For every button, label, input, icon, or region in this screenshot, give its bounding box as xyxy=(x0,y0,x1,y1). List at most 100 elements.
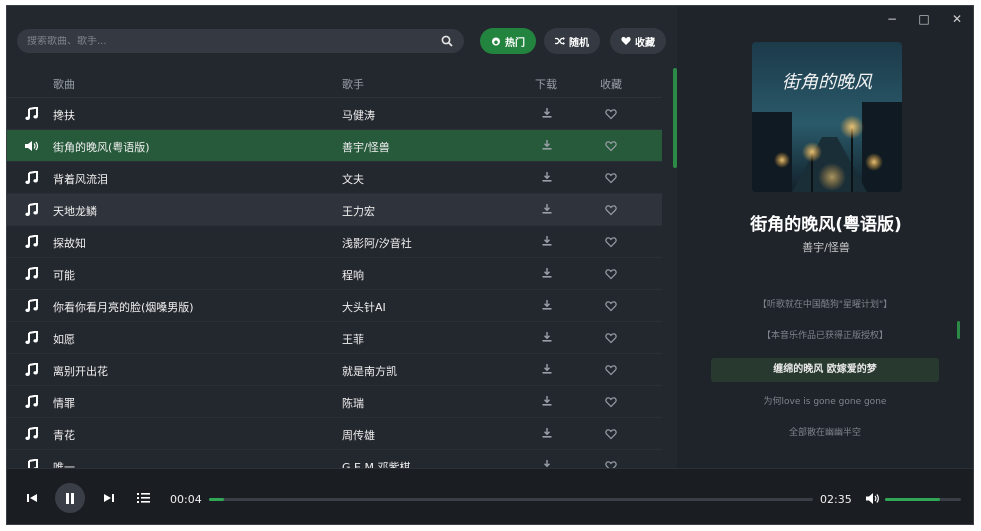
song-row[interactable]: 情罪 陈瑞 xyxy=(7,386,662,418)
album-cover: 街角的晚风 xyxy=(752,42,902,192)
song-artist: G.E.M.邓紫棋 xyxy=(342,461,411,468)
song-title: 青花 xyxy=(53,429,75,442)
song-row[interactable]: 天地龙鳞 王力宏 xyxy=(7,194,662,226)
song-title: 你看你看月亮的脸(烟嗓男版) xyxy=(53,301,194,314)
song-artist: 周传雄 xyxy=(342,429,375,442)
current-lyric-line: 缠绵的晚风 欧嫁爱的梦 xyxy=(711,358,939,382)
heart-outline-icon[interactable] xyxy=(605,332,617,344)
song-row[interactable]: 搀扶 马健涛 xyxy=(7,98,662,130)
music-note-icon xyxy=(28,459,38,468)
now-playing-title: 街角的晚风(粤语版) xyxy=(750,215,902,235)
download-icon[interactable] xyxy=(541,139,553,151)
close-button[interactable]: ✕ xyxy=(947,12,967,26)
lyrics-scrollbar[interactable] xyxy=(957,321,960,339)
music-note-icon xyxy=(25,171,38,184)
lyric-line: 全部散在幽幽半空 xyxy=(788,428,861,438)
download-icon[interactable] xyxy=(541,427,553,439)
download-icon[interactable] xyxy=(541,203,553,215)
song-row[interactable]: 如愿 王菲 xyxy=(7,322,662,354)
song-row[interactable]: 背着风流泪 文夫 xyxy=(7,162,662,194)
music-note-icon xyxy=(25,331,38,344)
song-row[interactable]: 你看你看月亮的脸(烟嗓男版) 大头针AI xyxy=(7,290,662,322)
music-note-icon xyxy=(25,203,38,216)
heart-outline-icon[interactable] xyxy=(605,460,617,468)
song-title: 背着风流泪 xyxy=(53,173,108,186)
progress-slider[interactable] xyxy=(209,498,813,501)
music-note-icon xyxy=(25,235,38,248)
heart-outline-icon[interactable] xyxy=(605,236,617,248)
heart-outline-icon[interactable] xyxy=(605,108,617,120)
heart-outline-icon[interactable] xyxy=(605,268,617,280)
shuffle-filter-label: 随机 xyxy=(569,37,589,49)
download-icon[interactable] xyxy=(541,331,553,343)
hot-filter-button[interactable]: 热门 xyxy=(480,28,536,54)
favorites-filter-button[interactable]: 收藏 xyxy=(610,28,666,54)
download-icon[interactable] xyxy=(541,299,553,311)
song-row[interactable]: 唯一 G.E.M.邓紫棋 xyxy=(7,450,662,468)
elapsed-time: 00:04 xyxy=(170,493,202,506)
song-row[interactable]: 街角的晚风(粤语版) 善宇/怪兽 xyxy=(7,130,662,162)
lyric-line: 为何love is gone gone gone xyxy=(763,397,887,407)
heart-outline-icon[interactable] xyxy=(605,396,617,408)
heart-outline-icon[interactable] xyxy=(605,204,617,216)
heart-outline-icon[interactable] xyxy=(605,172,617,184)
column-download: 下载 xyxy=(535,78,557,91)
song-title: 离别开出花 xyxy=(53,365,108,378)
volume-fill xyxy=(885,498,940,501)
maximize-button[interactable]: □ xyxy=(914,12,934,26)
download-icon[interactable] xyxy=(541,459,553,468)
song-artist: 王力宏 xyxy=(342,205,375,218)
download-icon[interactable] xyxy=(541,171,553,183)
music-note-icon xyxy=(25,363,38,376)
download-icon[interactable] xyxy=(541,363,553,375)
song-title: 唯一 xyxy=(53,461,75,468)
song-artist: 就是南方凯 xyxy=(342,365,397,378)
volume-icon[interactable] xyxy=(864,491,880,505)
column-song: 歌曲 xyxy=(53,78,75,91)
song-row[interactable]: 探故知 浅影阿/汐音社 xyxy=(7,226,662,258)
song-artist: 善宇/怪兽 xyxy=(342,141,390,154)
previous-icon[interactable] xyxy=(25,491,39,505)
search-bar[interactable] xyxy=(17,29,464,53)
playlist-icon[interactable] xyxy=(135,490,151,506)
music-note-icon xyxy=(25,395,38,408)
music-note-icon xyxy=(25,427,38,440)
song-artist: 程响 xyxy=(342,269,364,282)
song-artist: 马健涛 xyxy=(342,109,375,122)
song-list-panel: 热门 随机 收藏 歌曲 歌手 下载 收藏 搀扶 马健涛街角的晚风(粤语版) 善宇/怪… xyxy=(7,6,677,468)
music-note-icon xyxy=(25,299,38,312)
hot-filter-label: 热门 xyxy=(505,37,525,49)
column-favorite: 收藏 xyxy=(600,78,622,91)
heart-outline-icon[interactable] xyxy=(605,140,617,152)
download-icon[interactable] xyxy=(541,235,553,247)
search-input[interactable] xyxy=(27,35,440,47)
minimize-button[interactable]: − xyxy=(882,12,902,26)
song-row[interactable]: 可能 程响 xyxy=(7,258,662,290)
now-playing-artist: 善宇/怪兽 xyxy=(802,241,850,254)
download-icon[interactable] xyxy=(541,107,553,119)
download-icon[interactable] xyxy=(541,395,553,407)
search-icon[interactable] xyxy=(440,34,454,48)
song-row[interactable]: 青花 周传雄 xyxy=(7,418,662,450)
pause-button[interactable] xyxy=(55,483,85,513)
player-bar: 00:04 02:35 xyxy=(7,468,973,524)
lyric-line: 【听歌就在中国酷狗"星曜计划"】 xyxy=(757,300,893,310)
heart-outline-icon[interactable] xyxy=(605,428,617,440)
album-cover-title: 街角的晚风 xyxy=(782,72,872,93)
heart-outline-icon[interactable] xyxy=(605,300,617,312)
song-title: 街角的晚风(粤语版) xyxy=(53,141,150,154)
song-title: 可能 xyxy=(53,269,75,282)
song-title: 情罪 xyxy=(53,397,75,410)
song-row[interactable]: 离别开出花 就是南方凯 xyxy=(7,354,662,386)
song-list: 搀扶 马健涛街角的晚风(粤语版) 善宇/怪兽背着风流泪 文夫 天地龙鳞 王力宏 探故知 浅影阿… xyxy=(7,98,662,468)
volume-slider[interactable] xyxy=(885,498,961,501)
music-player-window: 热门 随机 收藏 歌曲 歌手 下载 收藏 搀扶 马健涛街角的晚风(粤语版) 善宇/怪… xyxy=(6,5,974,525)
shuffle-filter-button[interactable]: 随机 xyxy=(544,28,600,54)
download-icon[interactable] xyxy=(541,267,553,279)
song-artist: 大头针AI xyxy=(342,301,386,314)
next-icon[interactable] xyxy=(102,491,116,505)
song-title: 探故知 xyxy=(53,237,86,250)
song-list-header: 歌曲 歌手 下载 收藏 xyxy=(7,68,662,98)
heart-outline-icon[interactable] xyxy=(605,364,617,376)
pause-icon xyxy=(66,492,74,504)
